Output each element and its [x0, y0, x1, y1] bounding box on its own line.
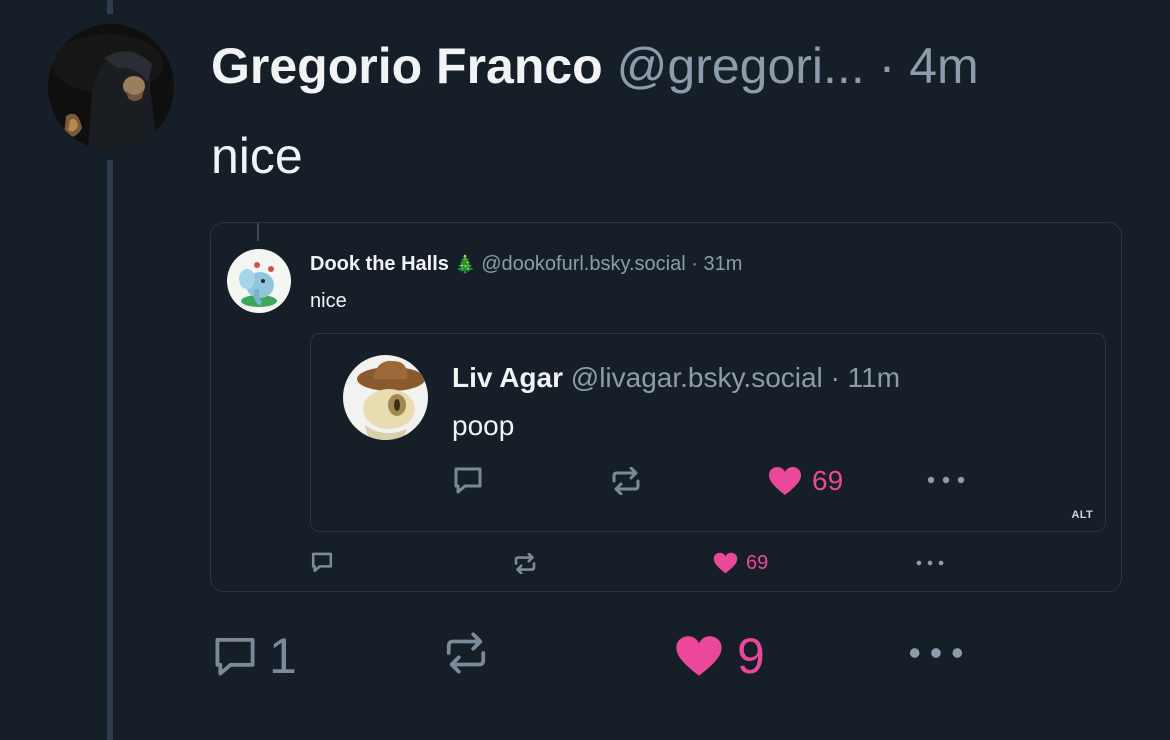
- hooded-figure-icon: [48, 24, 174, 150]
- post-text: nice: [211, 128, 303, 184]
- heart-icon: [676, 636, 722, 676]
- repost-button[interactable]: [443, 632, 489, 674]
- like-button[interactable]: 9: [675, 628, 765, 684]
- elephant-plush-icon: [227, 249, 291, 313]
- nested-author-name[interactable]: Liv Agar: [452, 362, 563, 393]
- quote-separator-dot: ·: [691, 253, 698, 275]
- author-name[interactable]: Gregorio Franco: [211, 38, 603, 94]
- cowboy-hat-character-icon: [343, 355, 428, 440]
- repost-icon: [514, 553, 536, 574]
- repost-icon: [446, 632, 486, 674]
- nested-author-avatar[interactable]: [343, 355, 428, 440]
- thread-line-bottom: [107, 160, 113, 740]
- quote-header: Dook the Halls 🎄 @dookofurl.bsky.social …: [310, 251, 742, 278]
- nested-separator-dot: ·: [830, 362, 840, 393]
- quote-like-count: 69: [746, 552, 769, 574]
- heart-icon: [769, 467, 801, 495]
- reply-count: 1: [269, 628, 297, 684]
- author-handle[interactable]: @gregori...: [617, 38, 865, 94]
- reply-icon: [215, 637, 255, 676]
- nested-timestamp[interactable]: 11m: [848, 362, 900, 393]
- reply-button[interactable]: 1: [211, 628, 297, 684]
- quote-reply-button[interactable]: [310, 551, 334, 573]
- author-avatar[interactable]: [48, 24, 174, 150]
- quote-repost-button[interactable]: [513, 553, 537, 574]
- tree-emoji-icon: 🎄: [454, 255, 476, 274]
- quote-embed[interactable]: Dook the Halls 🎄 @dookofurl.bsky.social …: [210, 222, 1122, 592]
- repost-icon: [612, 467, 640, 495]
- more-icon: [909, 648, 963, 658]
- quote-timestamp[interactable]: 31m: [703, 253, 742, 275]
- nested-like-button[interactable]: 69: [768, 464, 843, 498]
- quote-text: nice: [310, 290, 347, 312]
- nested-more-button[interactable]: [927, 476, 965, 484]
- reply-icon: [454, 467, 482, 494]
- alt-badge[interactable]: ALT: [1072, 509, 1093, 521]
- quote-more-button[interactable]: [916, 560, 944, 566]
- quote-thread-line: [257, 223, 259, 241]
- nested-repost-button[interactable]: [610, 467, 642, 495]
- separator-dot: ·: [878, 38, 896, 94]
- quote-like-button[interactable]: 69: [713, 551, 768, 575]
- nested-header: Liv Agar @livagar.bsky.social · 11m: [452, 361, 900, 395]
- post-header: Gregorio Franco @gregori... · 4m: [211, 34, 979, 98]
- quote-author-avatar[interactable]: [227, 249, 291, 313]
- quote-author-name[interactable]: Dook the Halls: [310, 253, 449, 275]
- nested-reply-button[interactable]: [452, 465, 484, 495]
- heart-icon: [713, 552, 738, 574]
- reply-icon: [311, 552, 333, 573]
- nested-text: poop: [452, 410, 515, 441]
- quote-author-handle[interactable]: @dookofurl.bsky.social: [481, 253, 685, 275]
- thread-line-top: [107, 0, 113, 14]
- more-icon: [916, 560, 944, 566]
- like-count: 9: [737, 628, 765, 684]
- nested-quote-embed[interactable]: Liv Agar @livagar.bsky.social · 11m poop…: [310, 333, 1106, 532]
- more-button[interactable]: [909, 647, 963, 659]
- nested-author-handle[interactable]: @livagar.bsky.social: [571, 362, 823, 393]
- post-timestamp[interactable]: 4m: [909, 38, 978, 94]
- more-icon: [927, 476, 965, 484]
- nested-like-count: 69: [812, 465, 844, 496]
